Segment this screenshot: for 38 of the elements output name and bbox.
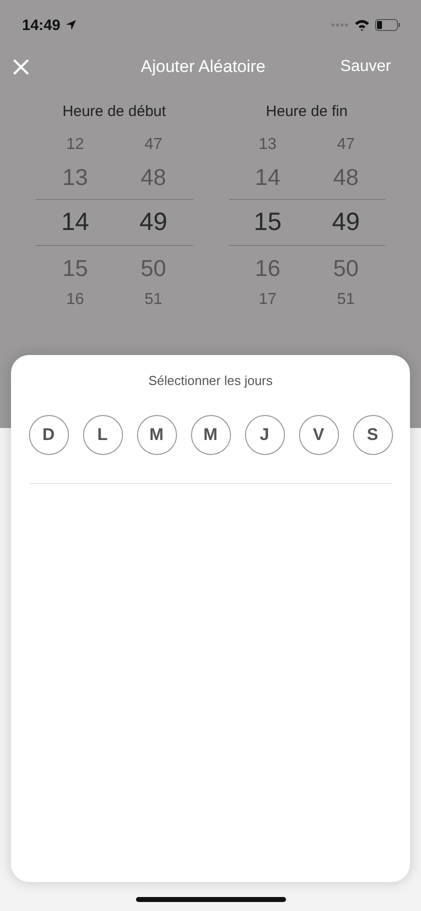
close-icon[interactable]	[12, 58, 30, 76]
picker-value[interactable]: 50	[140, 254, 166, 282]
screen-title: Ajouter Aléatoire	[140, 57, 267, 77]
picker-value[interactable]: 47	[144, 136, 162, 154]
picker-value[interactable]: 47	[336, 136, 355, 154]
day-toggle[interactable]: J	[244, 415, 284, 455]
picker-value[interactable]: 12	[66, 136, 84, 154]
save-button[interactable]: Sauver	[340, 58, 391, 76]
sheet-title: Sélectionner les jours	[148, 373, 273, 388]
picker-value[interactable]: 16	[66, 291, 84, 309]
picker-value[interactable]: 49	[332, 208, 360, 237]
picker-value[interactable]: 17	[258, 291, 277, 309]
picker-value[interactable]: 48	[333, 164, 359, 190]
signal-icon	[331, 23, 349, 27]
picker-value[interactable]: 13	[62, 164, 88, 190]
status-time: 14:49	[22, 16, 60, 34]
picker-label: Heure de début	[62, 103, 166, 122]
picker-value[interactable]: 14	[254, 164, 280, 190]
picker-label: Heure de fin	[266, 103, 348, 122]
day-toggle[interactable]: L	[82, 415, 122, 455]
location-arrow-icon	[65, 19, 78, 31]
picker-value[interactable]: 49	[139, 208, 168, 237]
day-toggle[interactable]: V	[298, 415, 338, 455]
day-toggle[interactable]: S	[352, 415, 392, 455]
picker-value[interactable]: 48	[140, 164, 166, 190]
picker-value[interactable]: 16	[254, 254, 280, 282]
wifi-icon	[354, 19, 370, 31]
day-toggle[interactable]: D	[28, 415, 68, 455]
picker-value[interactable]: 14	[61, 208, 90, 237]
picker-value[interactable]: 51	[336, 291, 355, 309]
battery-icon	[375, 19, 401, 31]
picker-value[interactable]: 50	[333, 254, 359, 282]
day-toggle[interactable]: M	[190, 415, 230, 455]
picker-value[interactable]: 15	[254, 208, 282, 237]
picker-value[interactable]: 51	[144, 291, 162, 309]
day-toggle[interactable]: M	[136, 415, 176, 455]
picker-value[interactable]: 13	[258, 136, 277, 154]
picker-value[interactable]: 15	[62, 254, 88, 282]
